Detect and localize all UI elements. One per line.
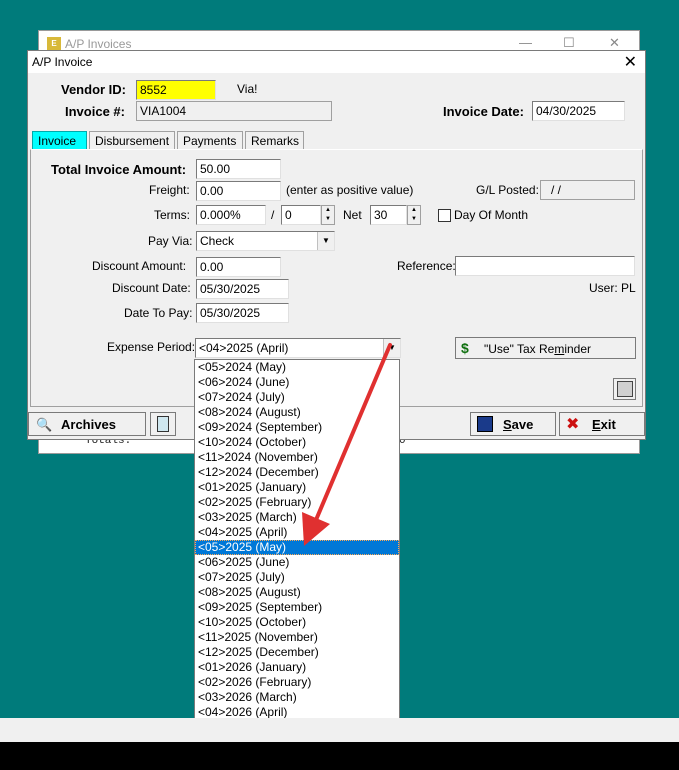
screen-bottom-edge — [0, 742, 679, 770]
annotation-arrow-shaft — [311, 343, 392, 529]
taskbar-strip — [0, 718, 679, 742]
annotation-arrow-overlay — [302, 343, 392, 546]
